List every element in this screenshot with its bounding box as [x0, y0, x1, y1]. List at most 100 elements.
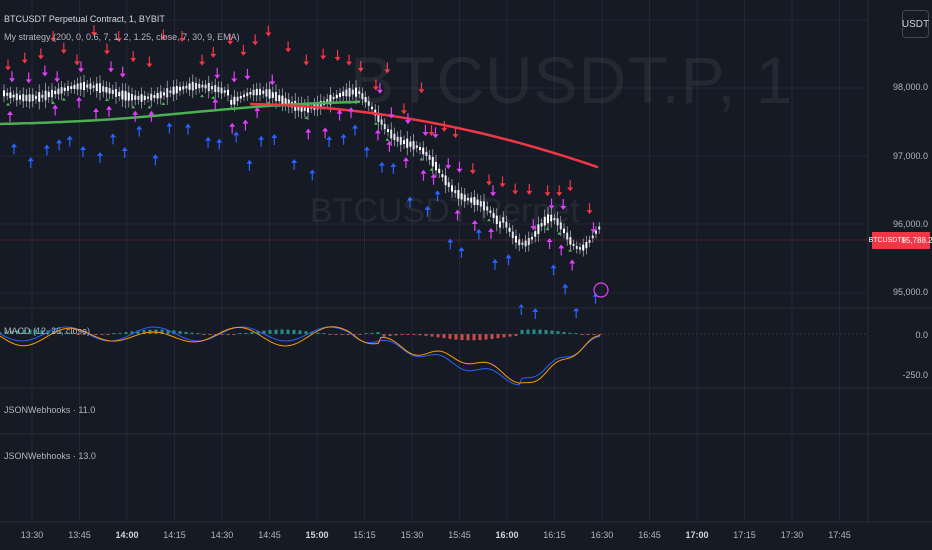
macd-histogram-bar	[382, 334, 386, 337]
candle-body	[345, 89, 348, 97]
buy-arrow	[11, 143, 17, 148]
buy-arrow	[66, 135, 73, 140]
macd-histogram-bar	[490, 334, 494, 339]
macd-histogram-bar	[184, 331, 188, 334]
symbol-title[interactable]: BTCUSDT Perpetual Contract, 1, BYBIT	[4, 14, 165, 24]
candle-body	[412, 141, 415, 150]
time-tick: 16:15	[543, 530, 566, 540]
candle-body	[428, 155, 431, 160]
candle-body	[28, 94, 31, 102]
candle-body	[179, 86, 181, 91]
price-tick: 98,000.0	[892, 82, 928, 92]
time-tick: 16:00	[495, 530, 519, 540]
candle-body	[182, 86, 185, 90]
macd-legend[interactable]: MACD (12, 26, close)	[4, 326, 90, 336]
small-triangle	[61, 97, 66, 101]
buy-arrow	[56, 139, 63, 144]
last-price-badge: 95,788.2	[901, 232, 932, 249]
buy-arrow	[43, 144, 50, 149]
exit-marker	[9, 78, 15, 83]
sell-arrow	[441, 127, 448, 132]
small-triangle	[105, 98, 110, 102]
exit-marker	[269, 81, 276, 86]
exit-marker	[77, 68, 84, 73]
macd-histogram-bar	[436, 334, 440, 338]
exit-marker	[75, 96, 82, 101]
sell-arrow	[130, 58, 137, 63]
candle-body	[227, 89, 229, 96]
macd-histogram-bar	[430, 334, 434, 337]
candle-body	[451, 185, 453, 192]
sell-arrow	[586, 210, 593, 215]
candle-body	[127, 92, 130, 101]
candle-body	[265, 89, 268, 97]
macd-histogram-bar	[508, 334, 512, 337]
exit-marker	[546, 238, 553, 243]
buy-arrow	[352, 124, 359, 129]
webhook-pane-label[interactable]: JSONWebhooks · 13.0	[4, 451, 96, 461]
candle-body	[447, 182, 450, 187]
candle-body	[435, 162, 437, 171]
candle-body	[198, 83, 201, 89]
exit-marker	[402, 157, 409, 162]
sell-arrow	[37, 55, 44, 60]
small-triangle	[161, 102, 166, 106]
candle-body	[102, 86, 105, 92]
candle-body	[172, 86, 175, 95]
ema-segment-bull	[0, 100, 361, 126]
time-tick: 14:00	[115, 530, 139, 540]
sell-arrow	[210, 53, 217, 58]
macd-histogram-bar	[292, 329, 296, 334]
time-tick: 13:45	[68, 530, 91, 540]
candle-body	[236, 96, 239, 102]
candle-body	[35, 95, 37, 100]
candle-body	[275, 91, 277, 102]
candle-body	[566, 232, 569, 240]
buy-arrow	[205, 136, 212, 141]
candle-body	[111, 89, 114, 94]
macd-histogram-bar	[520, 329, 524, 334]
description-watermark: BTCUSDT Perpet	[310, 192, 580, 230]
sell-arrow	[240, 51, 247, 56]
candle-body	[38, 92, 41, 102]
macd-histogram-bar	[286, 329, 290, 334]
macd-histogram-bar	[280, 329, 284, 334]
candle-body	[233, 96, 236, 105]
candle-body	[70, 86, 73, 89]
candle-body	[9, 92, 12, 99]
exit-marker	[148, 110, 155, 115]
exit-marker	[108, 68, 115, 73]
candle-body	[515, 235, 517, 243]
candle-body	[511, 231, 514, 239]
candle-body	[393, 133, 396, 141]
candle-body	[271, 92, 274, 98]
candle-body	[185, 85, 188, 89]
exit-marker	[420, 169, 427, 174]
webhook-pane-label[interactable]: JSONWebhooks · 11.0	[4, 405, 95, 415]
exit-marker	[54, 78, 61, 83]
candle-body	[431, 156, 434, 167]
candle-body	[415, 145, 418, 148]
macd-histogram-bar	[298, 330, 302, 334]
sell-arrow	[567, 187, 574, 192]
macd-histogram-bar	[304, 331, 308, 334]
currency-unit-button[interactable]: USDT	[902, 10, 929, 38]
candle-body	[156, 92, 159, 99]
candle-body	[118, 91, 121, 97]
macd-pane	[0, 326, 602, 386]
buy-arrow	[532, 308, 539, 313]
candle-body	[441, 174, 444, 178]
sell-arrow	[499, 183, 506, 188]
candle-body	[246, 92, 249, 97]
candle-body	[403, 140, 405, 145]
sell-arrow	[199, 61, 206, 66]
candle-body	[585, 242, 588, 249]
buy-arrow	[309, 169, 316, 174]
candle-body	[220, 87, 223, 94]
buy-arrow	[518, 304, 525, 309]
candle-body	[425, 151, 428, 157]
candle-body	[582, 244, 585, 251]
candle-body	[89, 83, 92, 90]
candle-body	[444, 175, 447, 186]
strategy-legend[interactable]: My strategy (200, 0, 0.6, 7, 1, 2, 1.25,…	[4, 32, 240, 42]
